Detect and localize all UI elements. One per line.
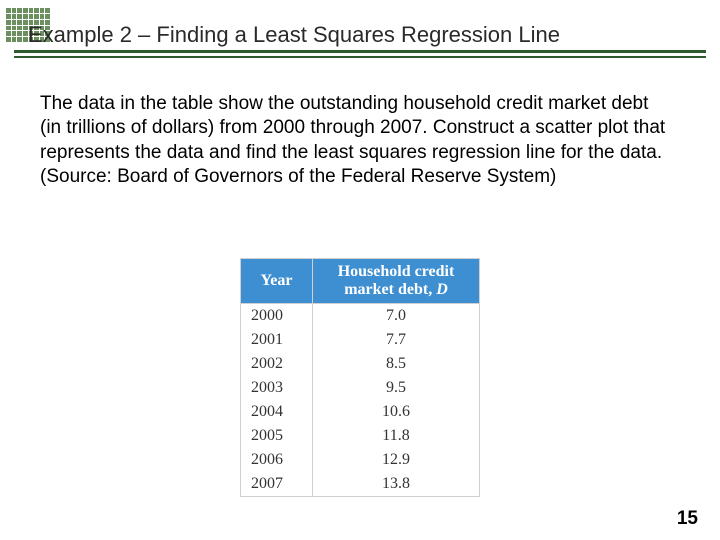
data-table-container: Year Household credit market debt, D 200… [240,258,480,497]
cell-debt: 11.8 [313,424,480,448]
data-table: Year Household credit market debt, D 200… [240,258,480,497]
table-header-debt-line2: market debt, D [344,281,448,298]
table-row: 2005 11.8 [241,424,480,448]
cell-debt: 13.8 [313,472,480,497]
table-row: 2001 7.7 [241,328,480,352]
cell-debt: 10.6 [313,400,480,424]
table-header-debt: Household credit market debt, D [313,259,480,304]
cell-year: 2002 [241,352,313,376]
table-row: 2007 13.8 [241,472,480,497]
cell-year: 2000 [241,304,313,329]
page-number: 15 [677,508,698,530]
table-row: 2006 12.9 [241,448,480,472]
cell-year: 2007 [241,472,313,497]
table-row: 2002 8.5 [241,352,480,376]
cell-debt: 12.9 [313,448,480,472]
cell-debt: 8.5 [313,352,480,376]
cell-year: 2006 [241,448,313,472]
table-row: 2003 9.5 [241,376,480,400]
cell-year: 2003 [241,376,313,400]
table-row: 2000 7.0 [241,304,480,329]
cell-year: 2001 [241,328,313,352]
cell-year: 2004 [241,400,313,424]
cell-year: 2005 [241,424,313,448]
table-header-year: Year [241,259,313,304]
body-paragraph: The data in the table show the outstandi… [40,92,672,189]
table-row: 2004 10.6 [241,400,480,424]
table-header-debt-line1: Household credit [338,263,455,280]
slide-title: Example 2 – Finding a Least Squares Regr… [28,22,696,52]
title-rule-top [14,50,706,53]
cell-debt: 7.0 [313,304,480,329]
cell-debt: 9.5 [313,376,480,400]
title-rule-bottom [14,56,706,58]
cell-debt: 7.7 [313,328,480,352]
